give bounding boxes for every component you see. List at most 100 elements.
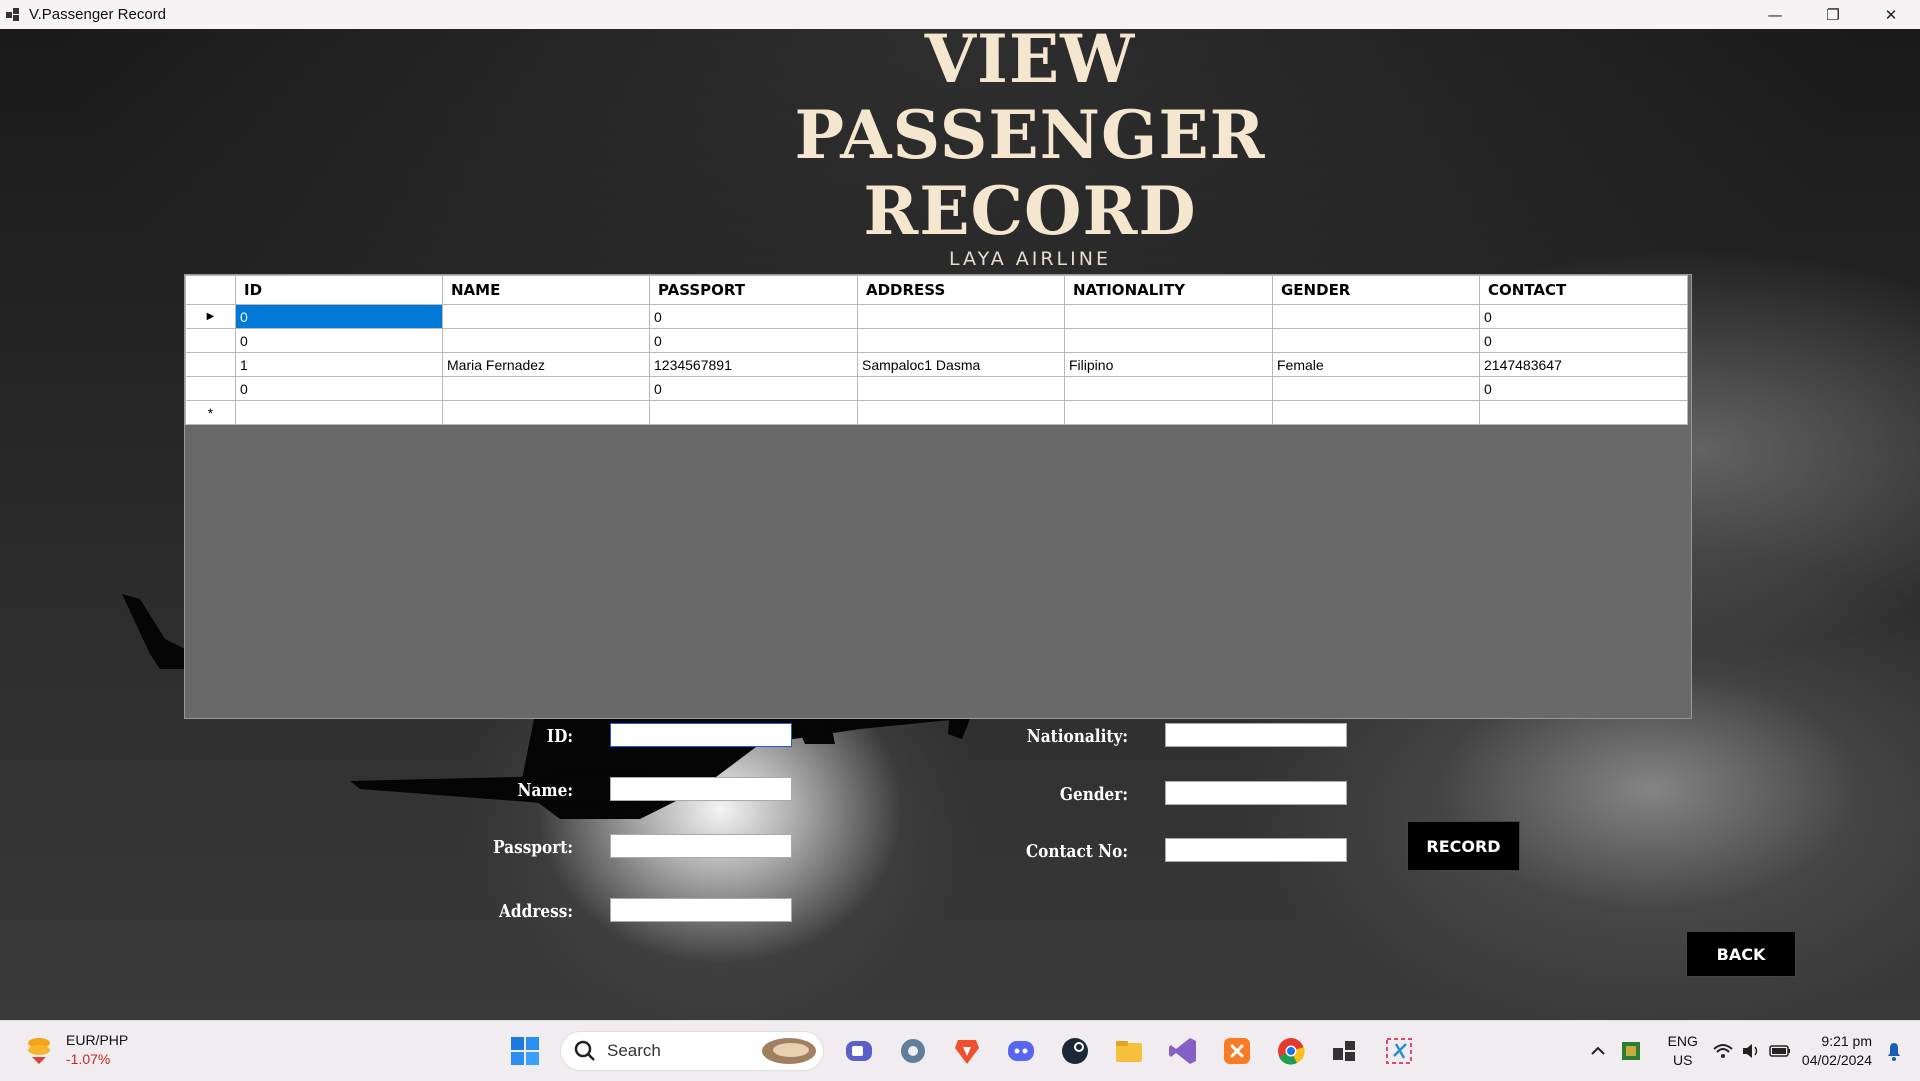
table-cell[interactable] [857,304,1065,329]
column-header-passport[interactable]: PASSPORT [649,275,858,305]
table-cell[interactable]: 1 [235,352,443,377]
table-row[interactable]: 0 0 0 [185,376,1688,401]
table-cell[interactable]: Sampaloc1 Dasma [857,352,1065,377]
input-language-indicator[interactable]: ENG US [1668,1032,1698,1070]
volume-icon[interactable] [1740,1041,1762,1061]
row-header[interactable] [185,376,236,401]
page-title-line-2: PASSENGER [794,96,1266,174]
column-header-id[interactable]: ID [235,275,443,305]
table-cell[interactable]: 0 [235,328,443,353]
table-cell[interactable] [1064,328,1273,353]
table-cell[interactable] [442,376,650,401]
table-cell[interactable]: 0 [649,304,858,329]
clock[interactable]: 9:21 pm 04/02/2024 [1802,1032,1872,1070]
record-button[interactable]: RECORD [1407,821,1520,871]
xampp-icon[interactable] [1220,1034,1254,1068]
settings-gear-icon[interactable] [896,1034,930,1068]
id-input[interactable] [610,723,792,747]
name-input[interactable] [610,777,792,801]
column-header-address[interactable]: ADDRESS [857,275,1065,305]
table-cell[interactable] [857,328,1065,353]
battery-icon[interactable] [1768,1041,1792,1061]
clock-date: 04/02/2024 [1801,1052,1872,1068]
gender-input[interactable] [1165,781,1347,805]
table-cell[interactable]: 0 [1479,376,1688,401]
brave-browser-icon[interactable] [950,1034,984,1068]
visual-studio-icon[interactable] [1166,1034,1200,1068]
windows-start-icon[interactable] [508,1034,542,1068]
zoom-meet-icon[interactable] [842,1034,876,1068]
table-row[interactable]: 1 Maria Fernadez 1234567891 Sampaloc1 Da… [185,352,1688,377]
table-cell[interactable] [857,400,1065,425]
table-header-row: ID NAME PASSPORT ADDRESS NATIONALITY GEN… [185,275,1688,305]
minimize-button[interactable]: — [1746,0,1804,29]
close-button[interactable]: ✕ [1862,0,1920,29]
table-cell[interactable] [442,328,650,353]
table-cell[interactable] [1479,400,1688,425]
form-client-area: VIEW PASSENGER RECORD LAYA AIRLINE ID NA… [0,29,1920,1020]
wifi-icon[interactable] [1712,1041,1734,1061]
table-cell[interactable] [235,400,443,425]
table-cell[interactable] [1272,376,1480,401]
table-row[interactable]: 0 0 0 [185,328,1688,353]
table-cell[interactable]: 0 [649,376,858,401]
taskbar-search-box[interactable]: Search [560,1031,824,1071]
table-cell[interactable] [857,376,1065,401]
table-cell[interactable]: Maria Fernadez [442,352,650,377]
table-cell[interactable]: 0 [235,304,443,329]
ticker-change: -1.07% [66,1051,111,1067]
table-cell[interactable]: Female [1272,352,1480,377]
taskbar: EUR/PHP -1.07% Search ENG US 9:21 pm 04/… [0,1020,1920,1081]
table-cell[interactable]: 0 [649,328,858,353]
row-header[interactable] [185,328,236,353]
chrome-icon[interactable] [1274,1034,1308,1068]
name-label: Name: [517,780,573,801]
table-cell[interactable] [1064,304,1273,329]
discord-icon[interactable] [1004,1034,1038,1068]
passenger-data-grid[interactable]: ID NAME PASSPORT ADDRESS NATIONALITY GEN… [184,274,1692,719]
gender-label: Gender: [1059,784,1128,805]
contact-input[interactable] [1165,838,1347,862]
table-cell[interactable] [442,304,650,329]
row-header[interactable] [185,352,236,377]
window-title: V.Passenger Record [29,6,167,23]
tray-app-icon[interactable] [1620,1040,1642,1062]
steam-icon[interactable] [1058,1034,1092,1068]
back-button[interactable]: BACK [1686,931,1796,977]
column-header-nationality[interactable]: NATIONALITY [1064,275,1273,305]
new-row-indicator-icon[interactable]: * [185,400,236,425]
table-cell[interactable] [1272,328,1480,353]
file-explorer-icon[interactable] [1112,1034,1146,1068]
market-ticker-widget[interactable]: EUR/PHP -1.07% [22,1031,128,1069]
maximize-button[interactable]: ❐ [1804,0,1862,29]
snipping-tool-icon[interactable] [1382,1034,1416,1068]
app-window-icon[interactable] [1328,1034,1362,1068]
table-cell[interactable] [1272,304,1480,329]
column-header-gender[interactable]: GENDER [1272,275,1480,305]
table-cell[interactable]: 0 [1479,328,1688,353]
table-cell[interactable]: 0 [1479,304,1688,329]
new-row[interactable]: * [185,400,1688,425]
table-cell[interactable]: 0 [235,376,443,401]
page-title-line-1: VIEW [924,29,1136,98]
table-cell[interactable]: Filipino [1064,352,1273,377]
nationality-input[interactable] [1165,723,1347,747]
table-cell[interactable] [649,400,858,425]
notification-bell-icon[interactable] [1884,1040,1904,1062]
table-cell[interactable]: 2147483647 [1479,352,1688,377]
table-cell[interactable] [1064,376,1273,401]
chevron-up-icon[interactable] [1588,1041,1608,1061]
table-cell[interactable]: 1234567891 [649,352,858,377]
table-cell[interactable] [442,400,650,425]
column-header-contact[interactable]: CONTACT [1479,275,1688,305]
current-row-indicator-icon[interactable]: ▶ [185,304,236,329]
table-row[interactable]: ▶ 0 0 0 [185,304,1688,329]
column-header-name[interactable]: NAME [442,275,650,305]
row-header-corner [185,275,236,305]
table-cell[interactable] [1272,400,1480,425]
passport-input[interactable] [610,834,792,858]
address-input[interactable] [610,898,792,922]
table-cell[interactable] [1064,400,1273,425]
search-icon [574,1040,595,1061]
title-bar: V.Passenger Record — ❐ ✕ [0,0,1920,29]
